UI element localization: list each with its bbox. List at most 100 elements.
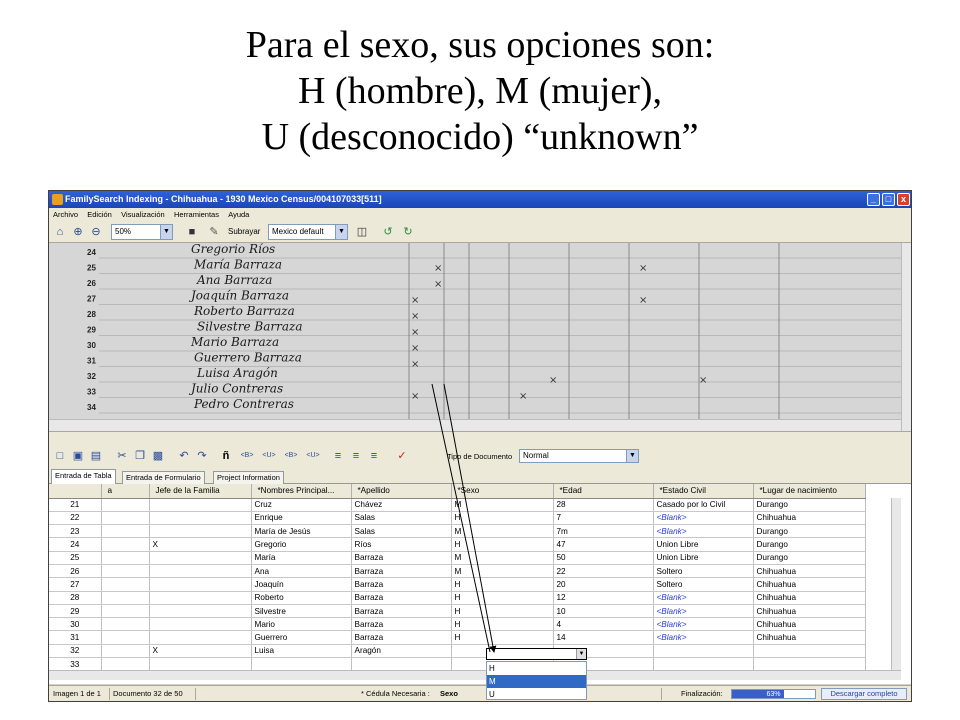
table-cell[interactable] — [101, 537, 150, 552]
table-cell[interactable]: 50 — [553, 551, 654, 565]
table-cell[interactable]: Barraza — [351, 564, 452, 579]
table-row[interactable]: 26 Ana Barraza M 22 Soltero Chihuahua — [49, 564, 866, 579]
table-cell[interactable]: Chihuahua — [753, 604, 866, 619]
pane-splitter[interactable] — [49, 431, 911, 445]
table-cell[interactable]: María de Jesús — [251, 524, 352, 539]
table-cell[interactable]: <Blank> — [653, 511, 754, 526]
bold-tag-button-2[interactable]: <B> — [281, 449, 301, 463]
table-cell[interactable]: 7m — [553, 524, 654, 539]
grid-vertical-scrollbar[interactable] — [891, 498, 901, 670]
table-cell[interactable]: Ríos — [351, 537, 452, 552]
grid-horizontal-scrollbar[interactable] — [49, 670, 901, 680]
table-cell[interactable]: H — [451, 511, 554, 526]
table-cell[interactable]: Chihuahua — [753, 511, 866, 526]
table-cell[interactable]: Guerrero — [251, 630, 352, 645]
table-cell[interactable]: H — [451, 630, 554, 645]
table-row[interactable]: 21 Cruz Chávez M 28 Casado por lo Civil Durang… — [49, 498, 866, 512]
table-cell[interactable] — [149, 551, 252, 565]
table-cell[interactable] — [101, 564, 150, 579]
sex-option-h[interactable]: H — [487, 662, 586, 675]
table-cell[interactable]: 12 — [553, 591, 654, 605]
column-header[interactable]: *Nombres Principal... — [251, 484, 352, 499]
zoom-out-icon[interactable]: ⊖ — [89, 225, 103, 239]
table-cell[interactable]: <Blank> — [653, 604, 754, 619]
close-button[interactable]: x — [897, 193, 910, 206]
table-cell[interactable]: Durango — [753, 551, 866, 565]
table-cell[interactable]: Chihuahua — [753, 591, 866, 605]
table-cell[interactable]: Barraza — [351, 630, 452, 645]
table-cell[interactable] — [101, 511, 150, 526]
table-row[interactable]: 28 Roberto Barraza H 12 <Blank> Chihuahua — [49, 591, 866, 605]
table-cell[interactable]: H — [451, 537, 554, 552]
table-cell[interactable] — [101, 551, 150, 565]
delete-row-icon[interactable]: ≡ — [367, 449, 381, 463]
table-cell[interactable] — [149, 498, 252, 512]
table-cell[interactable]: Barraza — [351, 617, 452, 632]
table-cell[interactable] — [149, 604, 252, 619]
column-header[interactable] — [49, 484, 102, 499]
column-header[interactable]: *Sexo — [451, 484, 554, 499]
sex-dropdown-field[interactable]: ▼ — [486, 648, 587, 660]
table-cell[interactable]: M — [451, 498, 554, 512]
column-header[interactable]: a — [101, 484, 150, 499]
table-cell[interactable]: Salas — [351, 524, 452, 539]
table-cell[interactable]: <Blank> — [653, 630, 754, 645]
table-cell[interactable]: <Blank> — [653, 524, 754, 539]
table-cell[interactable]: Chihuahua — [753, 564, 866, 579]
table-cell[interactable] — [101, 577, 150, 592]
table-cell[interactable]: Barraza — [351, 551, 452, 565]
table-cell[interactable] — [149, 630, 252, 645]
paste-icon[interactable]: ▩ — [151, 449, 165, 463]
underline-tag-button[interactable]: <U> — [259, 449, 279, 463]
table-cell[interactable]: X — [149, 537, 252, 552]
table-cell[interactable] — [149, 564, 252, 579]
underline-mode-select[interactable]: Mexico default ▼ — [268, 224, 348, 240]
table-cell[interactable] — [101, 604, 150, 619]
download-complete-button[interactable]: Descargar completo — [821, 688, 907, 700]
table-row[interactable]: 32 X Luisa Aragón — [49, 644, 866, 659]
insert-row-icon[interactable]: ≡ — [331, 449, 345, 463]
table-row[interactable]: 31 Guerrero Barraza H 14 <Blank> Chihuahua — [49, 630, 866, 645]
image-vertical-scrollbar[interactable] — [901, 243, 911, 431]
table-row[interactable]: 33 — [49, 657, 866, 672]
table-cell[interactable]: Barraza — [351, 591, 452, 605]
maximize-button[interactable]: □ — [882, 193, 895, 206]
table-cell[interactable] — [653, 644, 754, 659]
table-cell[interactable]: Joaquín — [251, 577, 352, 592]
table-cell[interactable]: Gregorio — [251, 537, 352, 552]
table-cell[interactable]: Barraza — [351, 604, 452, 619]
underline-tag-button-2[interactable]: <U> — [303, 449, 323, 463]
table-cell[interactable]: 28 — [553, 498, 654, 512]
table-cell[interactable]: Durango — [753, 524, 866, 539]
table-cell[interactable]: M — [451, 564, 554, 579]
table-cell[interactable]: Chávez — [351, 498, 452, 512]
table-cell[interactable]: H — [451, 577, 554, 592]
table-cell[interactable]: Union Libre — [653, 537, 754, 552]
table-cell[interactable]: Enrique — [251, 511, 352, 526]
table-row[interactable]: 22 Enrique Salas H 7 <Blank> Chihuahua — [49, 511, 866, 526]
table-cell[interactable] — [149, 577, 252, 592]
prev-image-icon[interactable]: ↺ — [381, 225, 395, 239]
table-cell[interactable] — [101, 498, 150, 512]
table-cell[interactable]: Soltero — [653, 564, 754, 579]
table-cell[interactable]: 14 — [553, 630, 654, 645]
table-cell[interactable]: M — [451, 551, 554, 565]
table-cell[interactable]: Silvestre — [251, 604, 352, 619]
table-cell[interactable]: Chihuahua — [753, 617, 866, 632]
tab-table-entry[interactable]: Entrada de Tabla — [51, 469, 116, 484]
next-image-icon[interactable]: ↻ — [401, 225, 415, 239]
tab-project-information[interactable]: Project Information — [213, 471, 284, 484]
table-cell[interactable]: Aragón — [351, 644, 452, 659]
menu-ayuda[interactable]: Ayuda — [228, 210, 249, 219]
table-row[interactable]: 23 María de Jesús Salas M 7m <Blank> Durango — [49, 524, 866, 539]
table-cell[interactable] — [149, 591, 252, 605]
table-cell[interactable]: Casado por lo Civil — [653, 498, 754, 512]
table-cell[interactable]: <Blank> — [653, 617, 754, 632]
enye-button[interactable]: ñ — [219, 449, 233, 463]
undo-icon[interactable]: ↶ — [177, 449, 191, 463]
print-icon[interactable]: ▤ — [89, 449, 103, 463]
table-cell[interactable]: X — [149, 644, 252, 659]
table-cell[interactable]: Cruz — [251, 498, 352, 512]
table-cell[interactable]: Durango — [753, 537, 866, 552]
table-cell[interactable]: H — [451, 617, 554, 632]
